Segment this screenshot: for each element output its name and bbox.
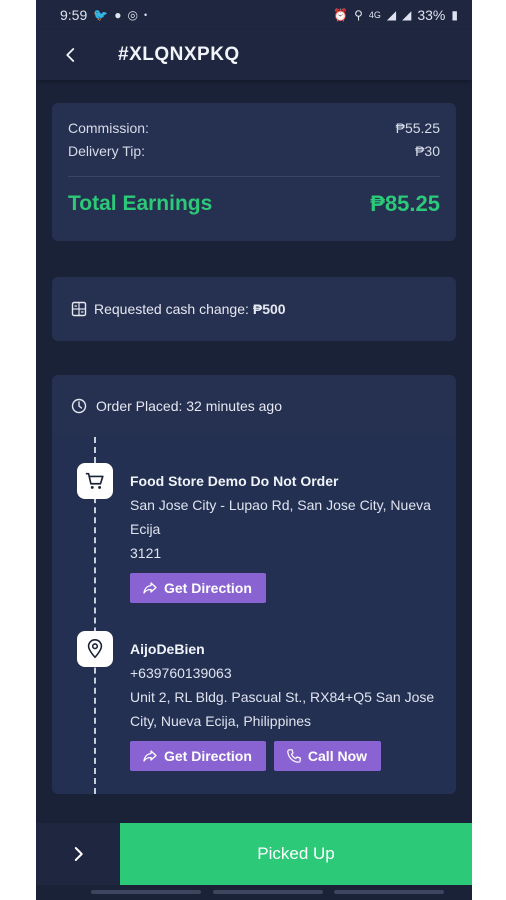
dropoff-get-direction-button[interactable]: Get Direction xyxy=(130,741,266,771)
tip-row: Delivery Tip: ₱30 xyxy=(68,140,440,163)
customer-phone: +639760139063 xyxy=(130,665,232,681)
total-earnings-label: Total Earnings xyxy=(68,192,213,215)
share-arrow-icon xyxy=(143,582,157,594)
phone-icon xyxy=(287,749,301,763)
calculator-icon xyxy=(70,300,88,318)
tip-label: Delivery Tip: xyxy=(68,143,146,159)
app-header: #XLQNXPKQ xyxy=(36,30,472,80)
status-right: ⏰ ⚲ 4G ◢ ◢ 33% ▮ xyxy=(333,7,458,23)
cash-change-label: Requested cash change: xyxy=(94,301,249,317)
pickup-get-direction-label: Get Direction xyxy=(164,580,252,596)
status-time: 9:59 xyxy=(60,7,88,23)
picked-up-button[interactable]: Picked Up xyxy=(120,823,472,885)
map-pin-icon xyxy=(77,631,113,667)
cart-icon xyxy=(77,463,113,499)
total-earnings-row: Total Earnings ₱85.25 xyxy=(68,191,440,217)
signal-icon: ◢ xyxy=(386,8,397,22)
customer-name: AijoDeBien xyxy=(130,641,205,657)
pickup-stop: Food Store Demo Do Not Order San Jose Ci… xyxy=(130,469,450,603)
nav-home-bar[interactable] xyxy=(213,890,323,894)
dropoff-address-line2: City, Nueva Ecija, Philippines xyxy=(130,713,312,729)
nav-back-bar[interactable] xyxy=(334,890,444,894)
swipe-handle[interactable] xyxy=(36,823,120,885)
status-left: 9:59 🐦 ● ◎ • xyxy=(60,7,147,23)
dropoff-get-direction-label: Get Direction xyxy=(164,748,252,764)
pickup-address-line1: San Jose City - Lupao Rd, San Jose City,… xyxy=(130,497,431,513)
tip-value: ₱30 xyxy=(415,143,440,159)
network-type-icon: 4G xyxy=(368,10,381,20)
dropoff-stop: AijoDeBien +639760139063 Unit 2, RL Bldg… xyxy=(130,637,450,771)
chevron-right-icon xyxy=(74,847,83,861)
dropoff-actions: Get Direction Call Now xyxy=(130,741,450,771)
earnings-card: Commission: ₱55.25 Delivery Tip: ₱30 Tot… xyxy=(52,103,456,241)
back-button[interactable] xyxy=(54,38,88,72)
clock-icon xyxy=(70,397,88,415)
pickup-get-direction-button[interactable]: Get Direction xyxy=(130,573,266,603)
messenger-icon: ● xyxy=(114,8,122,22)
pickup-actions: Get Direction xyxy=(130,573,450,603)
picked-up-label: Picked Up xyxy=(257,844,335,863)
circle-notification-icon: ◎ xyxy=(127,8,138,22)
signal-2-icon: ◢ xyxy=(402,8,412,22)
phone-screen: 9:59 🐦 ● ◎ • ⏰ ⚲ 4G ◢ ◢ 33% ▮ #XLQNXPKQ … xyxy=(36,0,472,900)
order-id-title: #XLQNXPKQ xyxy=(118,44,240,65)
twitter-icon: 🐦 xyxy=(93,8,109,22)
total-earnings-value: ₱85.25 xyxy=(370,191,440,216)
share-arrow-icon xyxy=(143,750,157,762)
commission-label: Commission: xyxy=(68,120,149,136)
order-placed-card: Order Placed: 32 minutes ago xyxy=(52,375,456,437)
battery-icon: ▮ xyxy=(451,8,458,22)
cash-change-amount: ₱500 xyxy=(252,301,286,317)
call-now-label: Call Now xyxy=(307,748,368,764)
bottom-action-bar: Picked Up xyxy=(36,823,472,885)
location-icon: ⚲ xyxy=(354,8,363,22)
pickup-zip: 3121 xyxy=(130,545,162,561)
cash-change-card: Requested cash change: ₱500 xyxy=(52,277,456,341)
commission-row: Commission: ₱55.25 xyxy=(68,117,440,140)
system-nav-bar xyxy=(36,885,472,900)
pickup-address-line2: Ecija xyxy=(130,521,161,537)
commission-value: ₱55.25 xyxy=(395,120,440,136)
battery-percent: 33% xyxy=(417,7,446,23)
earnings-divider xyxy=(68,176,440,177)
alarm-icon: ⏰ xyxy=(333,8,349,22)
status-bar: 9:59 🐦 ● ◎ • ⏰ ⚲ 4G ◢ ◢ 33% ▮ xyxy=(36,0,472,30)
order-placed-text: Order Placed: 32 minutes ago xyxy=(96,398,282,414)
dropoff-address-line1: Unit 2, RL Bldg. Pascual St., RX84+Q5 Sa… xyxy=(130,689,435,705)
nav-recents-bar[interactable] xyxy=(91,890,201,894)
pickup-store-name: Food Store Demo Do Not Order xyxy=(130,473,339,489)
chevron-left-icon xyxy=(66,48,75,62)
stops-card: Food Store Demo Do Not Order San Jose Ci… xyxy=(52,437,456,794)
call-now-button[interactable]: Call Now xyxy=(273,741,382,771)
dot-icon: • xyxy=(143,10,148,20)
